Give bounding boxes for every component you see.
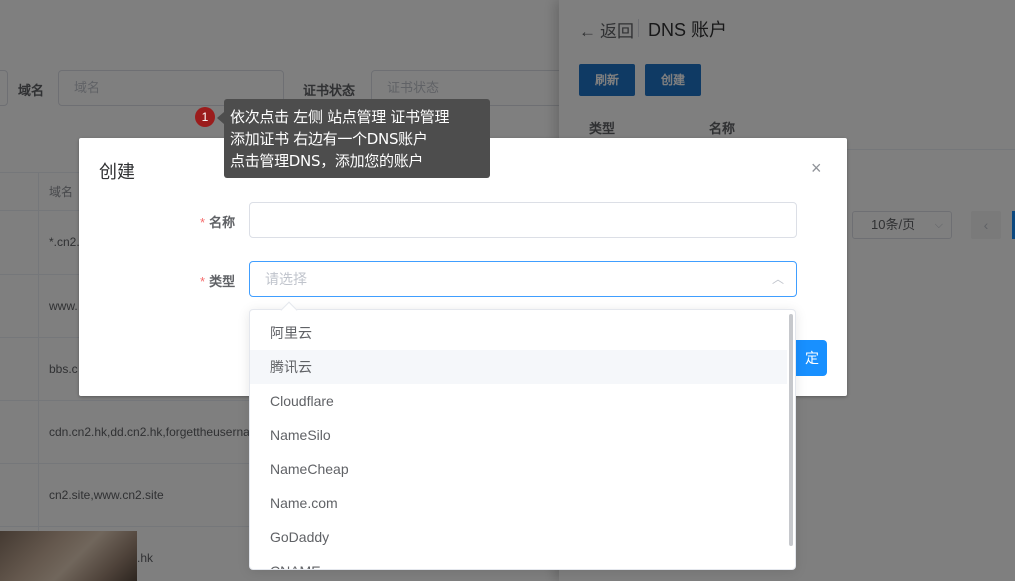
- tooltip-line: 添加证书 右边有一个DNS账户: [230, 130, 428, 148]
- option-name-com[interactable]: Name.com: [250, 486, 787, 520]
- name-label-text: 名称: [209, 215, 236, 230]
- tooltip-line: 依次点击 左侧 站点管理 证书管理: [230, 108, 450, 126]
- name-input[interactable]: [249, 202, 797, 238]
- chevron-up-icon: ︿: [771, 272, 784, 286]
- type-dropdown: 阿里云 腾讯云 Cloudflare NameSilo NameCheap Na…: [249, 309, 796, 570]
- tooltip-pointer: [217, 112, 224, 124]
- option-cloudflare[interactable]: Cloudflare: [250, 384, 787, 418]
- type-select-placeholder: 请选择: [265, 271, 307, 287]
- option-cname[interactable]: CNAME: [250, 554, 787, 569]
- option-aliyun[interactable]: 阿里云: [250, 316, 787, 350]
- tooltip-line: 点击管理DNS，添加您的账户: [230, 152, 424, 170]
- step-badge: 1: [195, 107, 215, 127]
- type-select[interactable]: 请选择 ︿: [249, 261, 797, 297]
- type-options-list: 阿里云 腾讯云 Cloudflare NameSilo NameCheap Na…: [250, 316, 787, 569]
- option-tencent-cloud[interactable]: 腾讯云: [250, 350, 787, 384]
- type-field-label: * 类型: [200, 271, 235, 290]
- dropdown-scrollbar[interactable]: [789, 314, 793, 546]
- required-mark: *: [200, 215, 206, 230]
- dialog-title: 创建: [99, 162, 135, 182]
- option-namesilo[interactable]: NameSilo: [250, 418, 787, 452]
- option-godaddy[interactable]: GoDaddy: [250, 520, 787, 554]
- guide-tooltip: 依次点击 左侧 站点管理 证书管理 添加证书 右边有一个DNS账户 点击管理DN…: [224, 99, 490, 178]
- close-icon[interactable]: ×: [811, 158, 822, 178]
- option-namecheap[interactable]: NameCheap: [250, 452, 787, 486]
- type-label-text: 类型: [209, 274, 236, 289]
- name-field-label: * 名称: [200, 212, 235, 231]
- required-mark: *: [200, 274, 206, 289]
